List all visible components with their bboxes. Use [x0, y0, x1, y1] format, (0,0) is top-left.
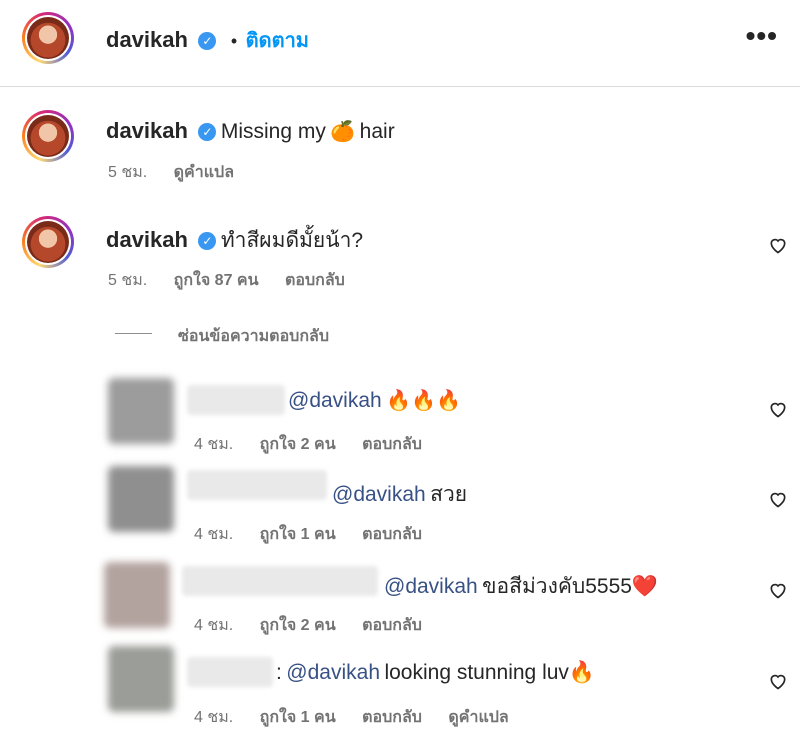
reply-text: @davikah ขอสีม่วงคับ5555❤️ — [384, 575, 659, 598]
comment-avatar[interactable] — [22, 216, 74, 268]
comment-likes[interactable]: ถูกใจ 87 คน — [174, 272, 259, 289]
reply-meta: 4 ชม. ถูกใจ 1 คน ตอบกลับ — [194, 522, 444, 547]
reply-likes[interactable]: ถูกใจ 1 คน — [260, 526, 336, 543]
reply-username-blurred[interactable] — [187, 470, 327, 500]
like-heart-icon[interactable] — [768, 489, 788, 509]
translate-link[interactable]: ดูคำแปล — [448, 709, 508, 726]
reply-time: 4 ชม. — [194, 617, 234, 634]
comment-meta: 5 ชม. ถูกใจ 87 คน ตอบกลับ — [108, 268, 367, 293]
reply-time: 4 ชม. — [194, 709, 234, 726]
reply-avatar[interactable] — [108, 378, 174, 444]
reply-time: 4 ชม. — [194, 526, 234, 543]
verified-badge-icon: ✓ — [198, 232, 217, 250]
reply-username-blurred[interactable] — [182, 566, 378, 596]
like-heart-icon[interactable] — [768, 671, 788, 691]
reply-avatar[interactable] — [108, 466, 174, 532]
more-options-icon[interactable]: ••• — [746, 22, 778, 50]
header-avatar[interactable] — [22, 12, 74, 64]
mention-link[interactable]: @davikah — [286, 661, 380, 684]
reply-avatar[interactable] — [108, 646, 174, 712]
separator-dot: • — [230, 31, 238, 51]
reply-time: 4 ชม. — [194, 436, 234, 453]
reply-button[interactable]: ตอบกลับ — [285, 272, 345, 289]
reply-avatar[interactable] — [104, 562, 170, 628]
reply-meta: 4 ชม. ถูกใจ 1 คน ตอบกลับ ดูคำแปล — [194, 705, 531, 730]
follow-button[interactable]: ติดตาม — [246, 30, 309, 52]
caption-meta: 5 ชม. ดูคำแปล — [108, 160, 256, 185]
like-heart-icon[interactable] — [768, 580, 788, 600]
mention-link[interactable]: @davikah — [332, 483, 426, 506]
caption-avatar[interactable] — [22, 110, 74, 162]
verified-badge-icon: ✓ — [198, 123, 217, 141]
hide-replies-button[interactable]: ซ่อนข้อความตอบกลับ — [178, 324, 329, 349]
reply-button[interactable]: ตอบกลับ — [362, 617, 422, 634]
reply-button[interactable]: ตอบกลับ — [362, 526, 422, 543]
tangerine-emoji: 🍊 — [330, 121, 356, 143]
reply-text: @davikah 🔥🔥🔥 — [288, 389, 461, 412]
reply-username-blurred[interactable] — [187, 657, 273, 687]
reply-username-blurred[interactable] — [187, 385, 285, 415]
like-heart-icon[interactable] — [768, 399, 788, 419]
reply-text: : @davikah looking stunning luv🔥 — [276, 661, 596, 684]
reply-likes[interactable]: ถูกใจ 2 คน — [260, 617, 336, 634]
translate-link[interactable]: ดูคำแปล — [174, 164, 234, 181]
mention-link[interactable]: @davikah — [288, 389, 382, 412]
post-header: davikah ✓ • ติดตาม ••• — [0, 0, 800, 87]
caption-time: 5 ชม. — [108, 164, 148, 181]
comment-username[interactable]: davikah — [106, 227, 188, 252]
reply-meta: 4 ชม. ถูกใจ 2 คน ตอบกลับ — [194, 613, 444, 638]
like-heart-icon[interactable] — [768, 235, 788, 255]
mention-link[interactable]: @davikah — [384, 575, 478, 598]
header-username[interactable]: davikah — [106, 27, 188, 52]
caption-text: davikah ✓ Missing my 🍊 hair — [106, 118, 395, 143]
caption-username[interactable]: davikah — [106, 118, 188, 143]
reply-likes[interactable]: ถูกใจ 2 คน — [260, 436, 336, 453]
reply-meta: 4 ชม. ถูกใจ 2 คน ตอบกลับ — [194, 432, 444, 457]
verified-badge-icon: ✓ — [198, 32, 217, 50]
comment-time: 5 ชม. — [108, 272, 148, 289]
comment-text: davikah ✓ ทำสีผมดีมั้ยน้า? — [106, 227, 364, 252]
reply-button[interactable]: ตอบกลับ — [362, 709, 422, 726]
reply-likes[interactable]: ถูกใจ 1 คน — [260, 709, 336, 726]
hide-replies-line — [115, 333, 152, 334]
reply-text: @davikah สวย — [332, 483, 468, 506]
reply-button[interactable]: ตอบกลับ — [362, 436, 422, 453]
